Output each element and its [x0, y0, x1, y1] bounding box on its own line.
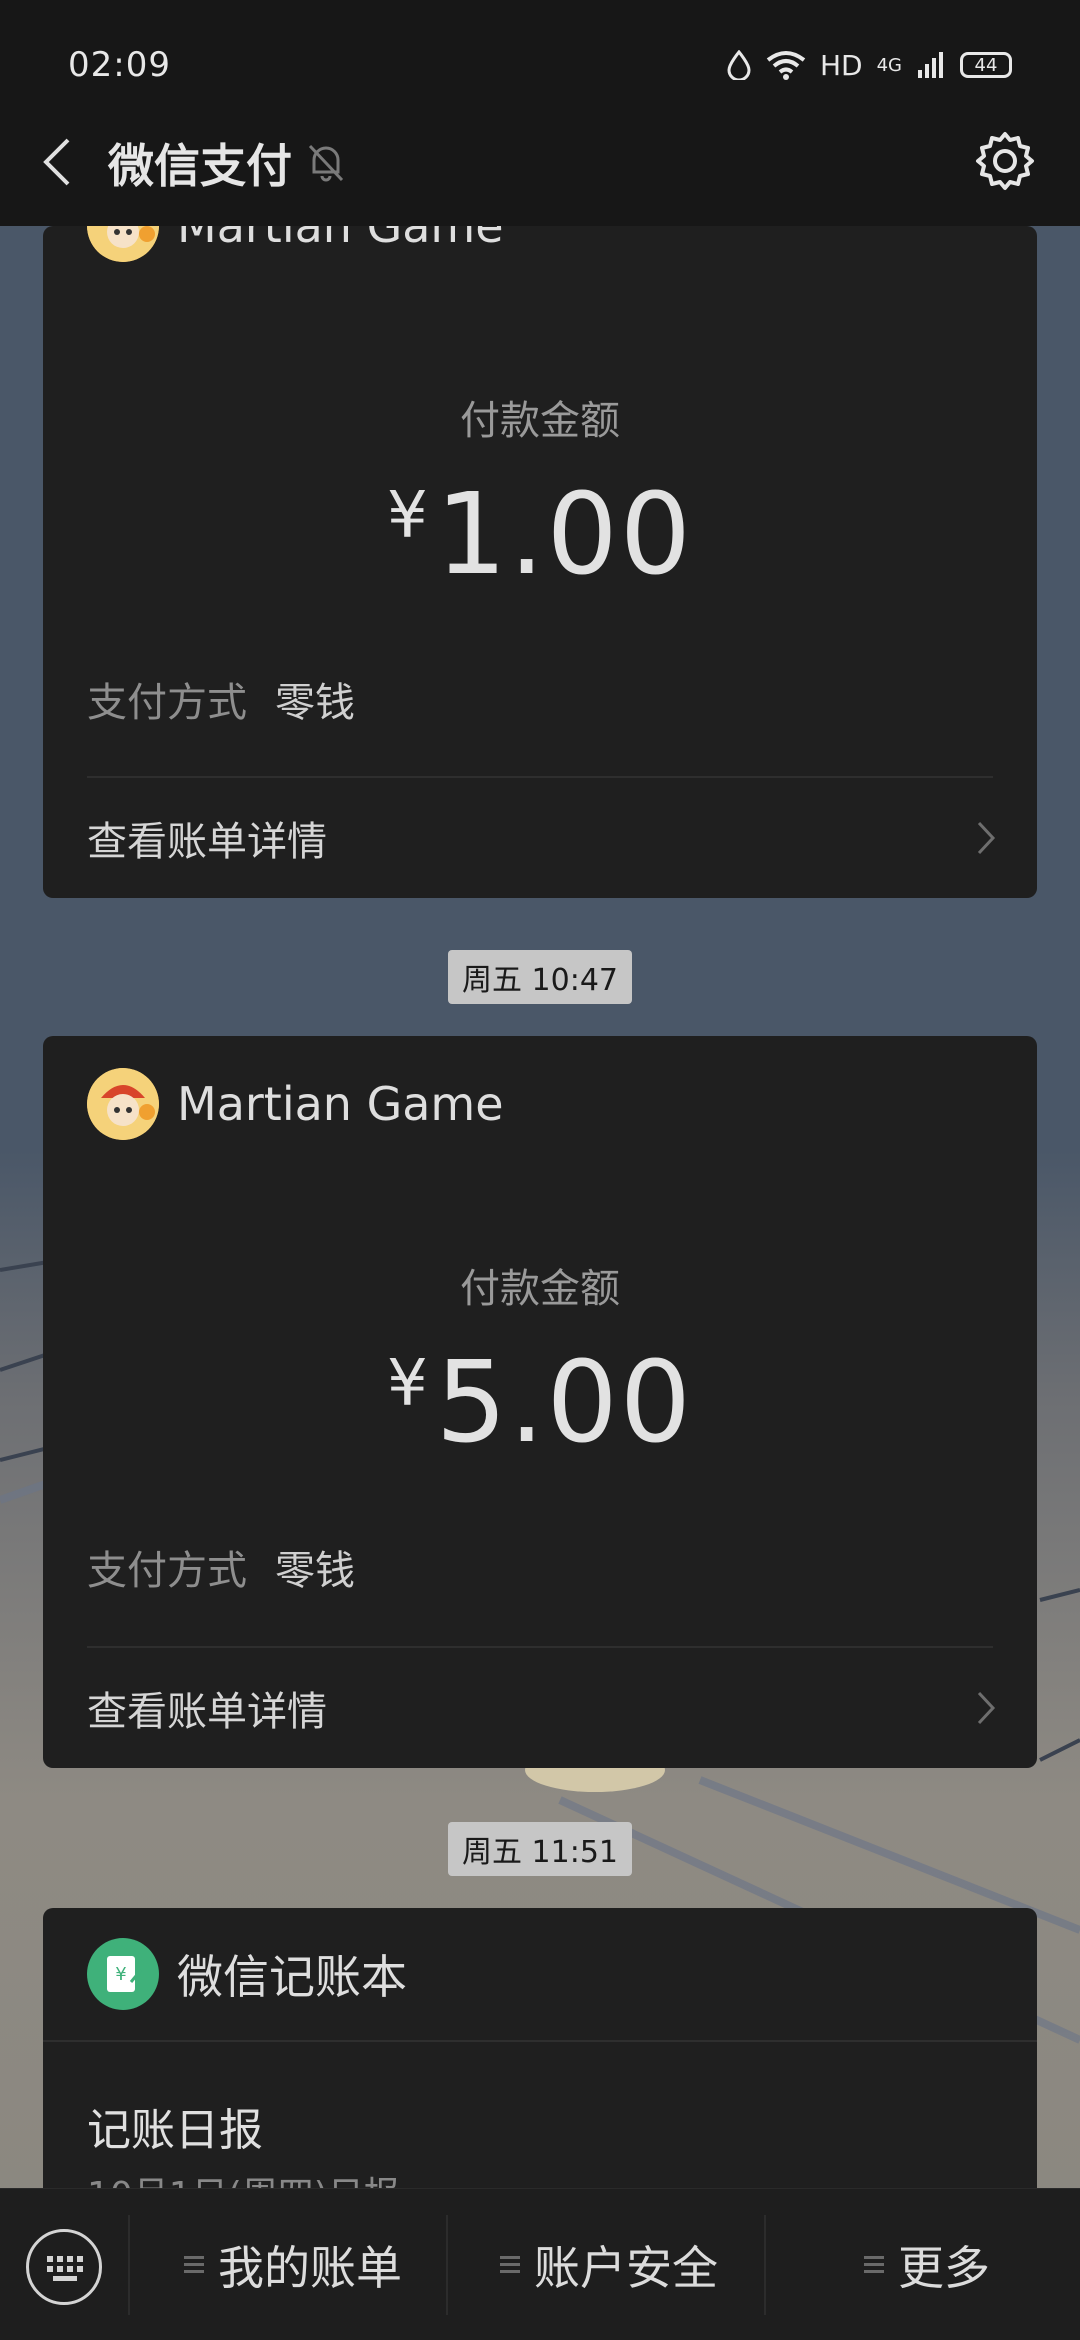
divider [87, 1646, 993, 1648]
amount-value: 1.00 [435, 470, 694, 600]
currency-symbol: ¥ [386, 479, 430, 553]
method-value: 零钱 [275, 680, 355, 726]
payment-method-row: 支付方式 零钱 [87, 1538, 355, 1596]
divider [43, 2040, 1037, 2042]
merchant-name: Martian Game [177, 1077, 504, 1131]
menu-my-bills[interactable]: 我的账单 [184, 2189, 402, 2340]
menu-lines-icon [500, 2256, 520, 2273]
separator [446, 2215, 448, 2315]
card-header: Martian Game [87, 1068, 504, 1140]
menu-lines-icon [184, 2256, 204, 2273]
payment-amount: ¥1.00 [43, 470, 1037, 600]
keyboard-icon [47, 2256, 83, 2281]
bottom-menu-bar: 我的账单 账户安全 更多 [0, 2188, 1080, 2340]
page-title: 微信支付 [108, 139, 292, 193]
signal-icon [918, 52, 943, 78]
merchant-avatar [87, 1068, 159, 1140]
mute-bell-icon [308, 144, 344, 182]
menu-label: 账户安全 [534, 2241, 718, 2295]
payment-amount: ¥5.00 [43, 1338, 1037, 1468]
menu-more[interactable]: 更多 [864, 2189, 990, 2340]
merchant-name: Martian Game [177, 226, 504, 253]
card-header: Martian Game [87, 226, 504, 262]
battery-icon: 44 [960, 52, 1012, 78]
jizhang-card[interactable]: ¥ 微信记账本 记账日报 10月1日(周四)日报 [43, 1908, 1037, 2208]
menu-account-security[interactable]: 账户安全 [500, 2189, 718, 2340]
keyboard-toggle-button[interactable] [26, 2229, 102, 2305]
status-time: 02:09 [68, 45, 171, 85]
status-icons: HD 4G 44 [726, 49, 1012, 82]
time-badge: 周五 11:51 [448, 1822, 632, 1876]
menu-label: 更多 [898, 2241, 990, 2295]
amount-label: 付款金额 [460, 1266, 620, 1312]
report-title: 记账日报 [87, 2105, 263, 2156]
method-label: 支付方式 [87, 680, 247, 726]
separator [128, 2215, 130, 2315]
menu-lines-icon [864, 2256, 884, 2273]
amount-label: 付款金额 [460, 398, 620, 444]
detail-label: 查看账单详情 [87, 819, 327, 865]
battery-level: 44 [974, 54, 998, 76]
settings-gear-icon[interactable] [974, 130, 1036, 192]
nav-header: 微信支付 [0, 100, 1080, 226]
view-bill-details-row[interactable]: 查看账单详情 [87, 798, 997, 878]
menu-label: 我的账单 [218, 2241, 402, 2295]
signal-label: 4G [876, 54, 902, 76]
divider [87, 776, 993, 778]
back-arrow-icon[interactable] [38, 136, 78, 188]
separator [764, 2215, 766, 2315]
amount-value: 5.00 [435, 1338, 694, 1468]
payment-method-row: 支付方式 零钱 [87, 670, 355, 728]
view-bill-details-row[interactable]: 查看账单详情 [87, 1668, 997, 1748]
drop-icon [727, 50, 751, 80]
card-header: ¥ 微信记账本 [87, 1938, 407, 2010]
currency-symbol: ¥ [386, 1347, 430, 1421]
merchant-avatar [87, 226, 159, 262]
chevron-right-icon [977, 1691, 996, 1725]
wifi-icon [766, 51, 806, 80]
time-badge: 周五 10:47 [448, 950, 632, 1004]
ledger-icon: ¥ [87, 1938, 159, 2010]
chevron-right-icon [977, 821, 996, 855]
payment-card: Martian Game 付款金额 ¥1.00 支付方式 零钱 查看账单详情 [43, 226, 1037, 898]
method-value: 零钱 [275, 1548, 355, 1594]
network-label: HD [819, 48, 863, 82]
payment-card: Martian Game 付款金额 ¥5.00 支付方式 零钱 查看账单详情 [43, 1036, 1037, 1768]
ledger-name: 微信记账本 [177, 1950, 407, 2004]
svg-text:¥: ¥ [115, 1964, 126, 1985]
detail-label: 查看账单详情 [87, 1689, 327, 1735]
method-label: 支付方式 [87, 1548, 247, 1594]
